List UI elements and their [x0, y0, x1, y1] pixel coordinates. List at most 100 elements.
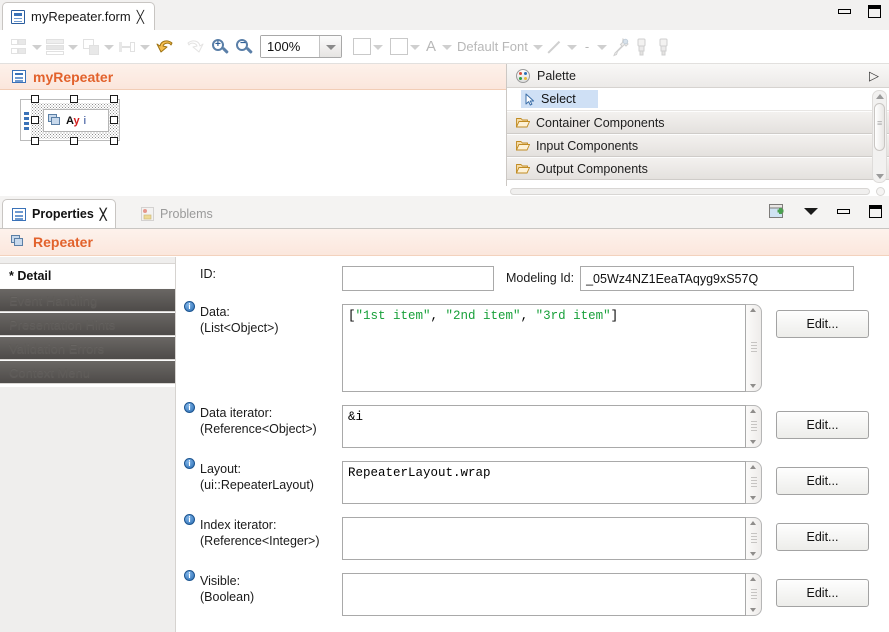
- layout-edit-button[interactable]: Edit...: [776, 467, 869, 495]
- data-iterator-scroll-spinner[interactable]: [746, 405, 762, 448]
- visible-scroll-spinner[interactable]: [746, 573, 762, 616]
- chevron-down-icon[interactable]: [595, 36, 609, 58]
- visible-textarea[interactable]: [342, 573, 746, 616]
- scroll-up-arrow-icon[interactable]: [750, 409, 756, 413]
- info-icon[interactable]: i: [184, 514, 195, 525]
- maximize-icon[interactable]: [869, 205, 882, 218]
- view-menu-icon[interactable]: [804, 208, 818, 215]
- visible-edit-button[interactable]: Edit...: [776, 579, 869, 607]
- minimize-icon[interactable]: [838, 9, 851, 14]
- palette-horizontal-scrollbar[interactable]: [510, 187, 885, 196]
- font-color-icon[interactable]: A: [422, 38, 440, 55]
- nav-item-detail[interactable]: * Detail: [0, 264, 175, 288]
- info-icon[interactable]: i: [184, 402, 195, 413]
- palette-expand-icon[interactable]: ▷: [869, 68, 879, 84]
- info-icon[interactable]: i: [184, 301, 195, 312]
- scrollbar-thumb[interactable]: [751, 420, 757, 433]
- tab-properties[interactable]: Properties ╳: [2, 199, 117, 228]
- index-iterator-scroll-spinner[interactable]: [746, 517, 762, 560]
- resize-handle-n[interactable]: [70, 95, 78, 103]
- line-style-icon[interactable]: [545, 37, 565, 57]
- font-name-label[interactable]: Default Font: [454, 39, 531, 54]
- info-icon[interactable]: i: [184, 570, 195, 581]
- chevron-down-icon[interactable]: [138, 36, 152, 58]
- palette-tool-select[interactable]: Select: [521, 90, 598, 108]
- zoom-out-icon[interactable]: −: [232, 36, 256, 58]
- palette-category-input-components[interactable]: Input Components: [507, 134, 889, 157]
- distribute-rows-icon[interactable]: [44, 36, 66, 58]
- resize-handle-sw[interactable]: [31, 137, 39, 145]
- scrollbar-thumb[interactable]: [751, 476, 757, 489]
- eyedropper-icon[interactable]: [609, 36, 631, 58]
- scroll-down-arrow-icon[interactable]: [750, 496, 756, 500]
- line-color-swatch[interactable]: [390, 38, 408, 55]
- minimize-icon[interactable]: [837, 209, 850, 214]
- scrollbar-end-cap[interactable]: [876, 187, 885, 196]
- close-icon[interactable]: ╳: [137, 11, 144, 23]
- resize-handle-ne[interactable]: [110, 95, 118, 103]
- scroll-up-arrow-icon[interactable]: [750, 577, 756, 581]
- chevron-down-icon[interactable]: [440, 36, 454, 58]
- repeater-child-label[interactable]: Ay i: [43, 109, 109, 132]
- resize-handle-w[interactable]: [31, 116, 39, 124]
- chevron-down-icon[interactable]: [319, 36, 341, 57]
- scrollbar-thumb[interactable]: [751, 588, 757, 601]
- scroll-down-arrow-icon[interactable]: [750, 384, 756, 388]
- data-iterator-edit-button[interactable]: Edit...: [776, 411, 869, 439]
- index-iterator-textarea[interactable]: [342, 517, 746, 560]
- chevron-down-icon[interactable]: [66, 36, 80, 58]
- scroll-down-arrow-icon[interactable]: [876, 174, 884, 179]
- zoom-in-icon[interactable]: +: [208, 36, 232, 58]
- nav-item-validation-errors[interactable]: Validation Errors: [0, 336, 175, 360]
- data-textarea[interactable]: ["1st item", "2nd item", "3rd item"]: [342, 304, 746, 392]
- toolbar-align-group-3[interactable]: [80, 35, 116, 59]
- chevron-down-icon[interactable]: [408, 36, 422, 58]
- resize-handle-nw[interactable]: [31, 95, 39, 103]
- nav-item-context-menu[interactable]: Context Menu: [0, 360, 175, 384]
- scroll-up-arrow-icon[interactable]: [750, 308, 756, 312]
- scroll-down-arrow-icon[interactable]: [750, 608, 756, 612]
- palette-select-row[interactable]: Select: [507, 88, 889, 111]
- scroll-up-arrow-icon[interactable]: [750, 465, 756, 469]
- maximize-icon[interactable]: [868, 5, 881, 18]
- chevron-down-icon[interactable]: [30, 36, 44, 58]
- scrollbar-thumb[interactable]: [751, 342, 757, 354]
- scrollbar-thumb[interactable]: [751, 532, 757, 545]
- line-width-label[interactable]: -: [579, 39, 595, 54]
- editor-tab-myrepeater[interactable]: myRepeater.form ╳: [2, 2, 155, 30]
- form-canvas[interactable]: myRepeater Ay i: [0, 64, 506, 196]
- new-view-icon[interactable]: [769, 204, 785, 219]
- close-icon[interactable]: ╳: [100, 208, 107, 221]
- palette-category-container-components[interactable]: Container Components: [507, 111, 889, 134]
- resize-handle-se[interactable]: [110, 137, 118, 145]
- nav-item-event-handling[interactable]: Event Handling: [0, 288, 175, 312]
- toolbar-align-group-1[interactable]: [8, 35, 44, 59]
- data-scroll-spinner[interactable]: [746, 304, 762, 392]
- resize-handle-e[interactable]: [110, 116, 118, 124]
- scroll-up-arrow-icon[interactable]: [876, 94, 884, 99]
- zoom-level-combobox[interactable]: 100%: [260, 35, 342, 58]
- layout-scroll-spinner[interactable]: [746, 461, 762, 504]
- modeling-id-input[interactable]: _05Wz4NZ1EeaTAqyg9xS57Q: [580, 266, 855, 291]
- id-input[interactable]: [342, 266, 494, 291]
- palette-vertical-scrollbar[interactable]: [872, 90, 887, 183]
- layout-textarea[interactable]: RepeaterLayout.wrap: [342, 461, 746, 504]
- chevron-down-icon[interactable]: [371, 36, 385, 58]
- toolbar-align-group-2[interactable]: [44, 35, 80, 59]
- undo-icon[interactable]: [156, 36, 180, 58]
- tab-problems[interactable]: Problems: [132, 199, 222, 228]
- align-left-icon[interactable]: [8, 36, 30, 58]
- palette-category-output-components[interactable]: Output Components: [507, 157, 889, 180]
- match-width-icon[interactable]: [116, 36, 138, 58]
- scrollbar-track[interactable]: [510, 188, 870, 195]
- scroll-down-arrow-icon[interactable]: [750, 440, 756, 444]
- chevron-down-icon[interactable]: [102, 36, 116, 58]
- repeater-widget-selection[interactable]: Ay i: [20, 95, 120, 145]
- scroll-down-arrow-icon[interactable]: [750, 552, 756, 556]
- data-iterator-textarea[interactable]: &i: [342, 405, 746, 448]
- fill-color-swatch[interactable]: [353, 38, 371, 55]
- scrollbar-thumb[interactable]: [874, 103, 885, 151]
- scroll-up-arrow-icon[interactable]: [750, 521, 756, 525]
- chevron-down-icon[interactable]: [565, 36, 579, 58]
- index-iterator-edit-button[interactable]: Edit...: [776, 523, 869, 551]
